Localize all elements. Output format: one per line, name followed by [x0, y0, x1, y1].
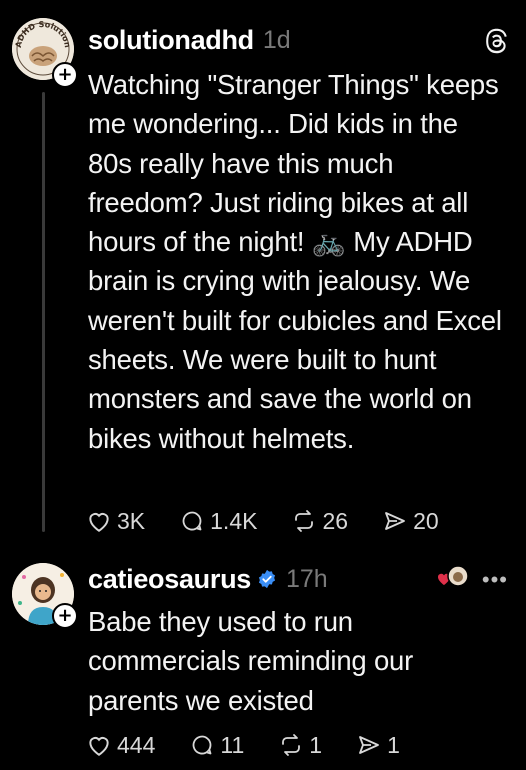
share-button[interactable]: 20: [382, 508, 439, 535]
reply-count: 11: [220, 731, 245, 758]
post-text: Babe they used to run commercials remind…: [88, 606, 414, 716]
reply-count: 1.4K: [210, 507, 258, 534]
timestamp: 17h: [285, 564, 328, 593]
like-count: 444: [117, 731, 156, 758]
like-button[interactable]: 3K: [86, 508, 145, 535]
post-text: Watching "Stranger Things" keeps me wond…: [88, 69, 502, 454]
post-actions: 444 11 1 1: [86, 728, 434, 762]
repost-button[interactable]: 1: [278, 732, 322, 759]
thread-line: [42, 92, 45, 532]
like-button[interactable]: 444: [86, 732, 155, 759]
reply-button[interactable]: 1.4K: [179, 508, 257, 535]
follow-plus-icon[interactable]: +: [52, 603, 78, 629]
comment-icon: [182, 511, 202, 531]
post-header: solutionadhd 1d: [88, 20, 510, 60]
repost-count: 1: [309, 731, 323, 758]
send-icon: [385, 512, 405, 530]
username[interactable]: catieosaurus: [88, 564, 251, 595]
post-actions: 3K 1.4K 26 20: [86, 504, 473, 538]
verified-badge-icon: [258, 569, 276, 589]
timestamp: 1d: [262, 25, 291, 54]
threads-icon[interactable]: [484, 28, 510, 54]
send-icon: [359, 736, 379, 754]
repost-count: 26: [322, 507, 349, 534]
more-options-icon[interactable]: •••: [482, 567, 508, 593]
share-count: 20: [413, 507, 439, 534]
comment-icon: [192, 735, 212, 755]
like-count: 3K: [117, 507, 146, 534]
reply-button[interactable]: 11: [189, 732, 244, 759]
liked-by-author-icon: [437, 565, 469, 587]
repost-icon: [282, 734, 301, 756]
post-catieosaurus: + catieosaurus 17h ••• Babe they used to…: [0, 555, 526, 770]
repost-button[interactable]: 26: [291, 508, 348, 535]
repost-icon: [295, 510, 314, 532]
share-button[interactable]: 1: [356, 732, 400, 759]
follow-plus-icon[interactable]: +: [52, 62, 78, 88]
share-count: 1: [387, 731, 400, 758]
heart-icon: [89, 513, 109, 532]
username[interactable]: solutionadhd: [88, 25, 254, 56]
heart-icon: [89, 737, 109, 756]
post-solutionadhd: ADHD Solution + solutionadhd 1d Watching…: [0, 0, 526, 555]
